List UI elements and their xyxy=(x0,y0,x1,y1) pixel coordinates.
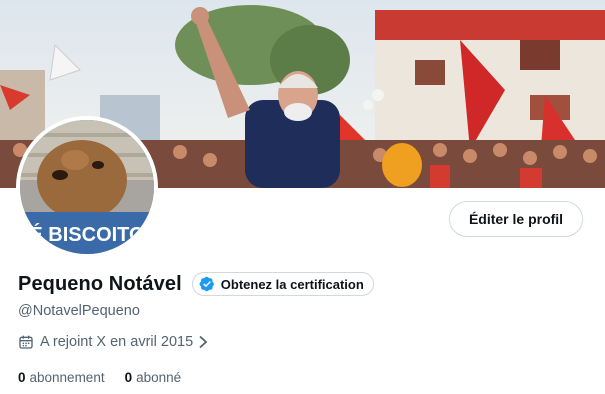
name-row: Pequeno Notável Obtenez la certification xyxy=(18,272,374,296)
following-link[interactable]: 0 abonnement xyxy=(18,370,105,385)
username-handle: @NotavelPequeno xyxy=(18,303,140,319)
get-verified-button[interactable]: Obtenez la certification xyxy=(191,272,374,296)
edit-profile-button[interactable]: Éditer le profil xyxy=(449,201,583,237)
following-count: 0 xyxy=(18,370,26,385)
calendar-icon xyxy=(19,335,33,349)
avatar-caption: É BISCOITO xyxy=(29,223,144,246)
join-date[interactable]: A rejoint X en avril 2015 xyxy=(18,334,208,350)
followers-link[interactable]: 0 abonné xyxy=(125,370,182,385)
get-verified-label: Obtenez la certification xyxy=(220,276,364,292)
followers-label: abonné xyxy=(136,370,182,385)
followers-count: 0 xyxy=(124,370,133,385)
follow-stats: 0 abonnement 0 abonné xyxy=(18,370,201,385)
verified-badge-icon xyxy=(199,276,214,292)
display-name: Pequeno Notável xyxy=(18,272,182,295)
avatar-image: É BISCOITO xyxy=(20,120,154,254)
chevron-right-icon xyxy=(199,335,208,349)
following-label: abonnement xyxy=(29,370,105,385)
profile-avatar[interactable]: É BISCOITO xyxy=(16,116,158,258)
join-date-text: A rejoint X en avril 2015 xyxy=(40,334,194,350)
